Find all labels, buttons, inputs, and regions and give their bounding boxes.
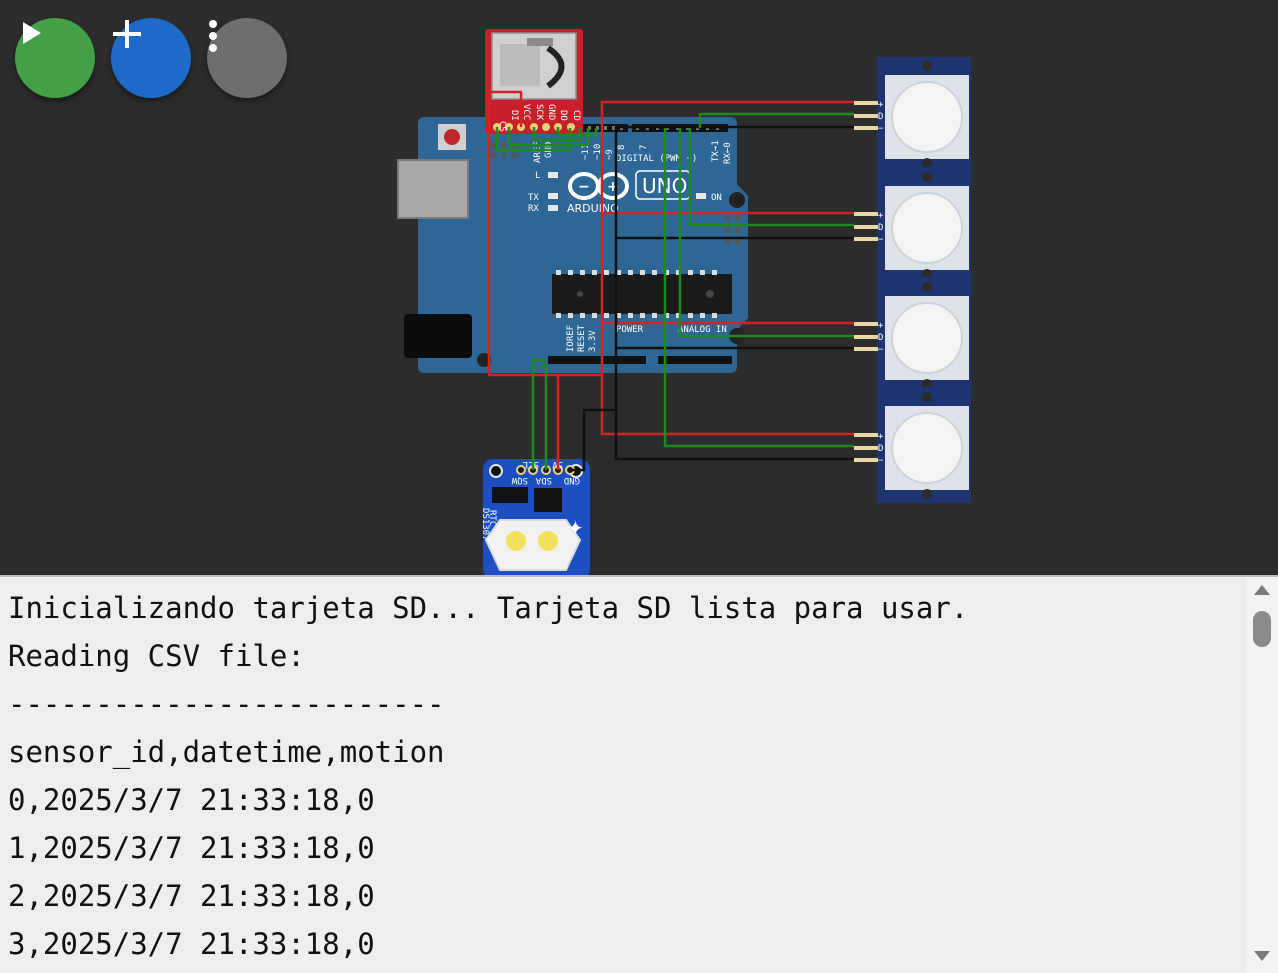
digital-pin-tx-label: TX→1 bbox=[711, 140, 721, 162]
rx-led-label: RX bbox=[528, 204, 539, 214]
v33-pin-label: 3.3V bbox=[588, 330, 598, 352]
pir-4-data-label: D bbox=[878, 444, 883, 454]
scrollbar-thumb[interactable] bbox=[1253, 611, 1271, 647]
pir-sensor-1[interactable]: + D − bbox=[854, 57, 971, 168]
rtc-pin-gnd-label: GND bbox=[564, 475, 580, 485]
power-header-label: POWER bbox=[616, 325, 644, 335]
serial-monitor[interactable]: Inicializando tarjeta SD... Tarjeta SD l… bbox=[0, 577, 1247, 973]
usb-connector bbox=[397, 159, 469, 219]
serial-line: 3,2025/3/7 21:33:18,0 bbox=[8, 927, 375, 961]
digital-pin-9-label: ~9 bbox=[605, 149, 615, 160]
scroll-down-arrow-icon[interactable] bbox=[1254, 951, 1270, 961]
scroll-up-arrow-icon[interactable] bbox=[1254, 585, 1270, 595]
pir-1-minus-label: − bbox=[878, 124, 884, 134]
rtc-pin-sqw-label: SQW bbox=[511, 475, 528, 485]
play-icon bbox=[23, 22, 41, 44]
serial-line: sensor_id,datetime,motion bbox=[8, 735, 445, 769]
reset-pin-label: RESET bbox=[577, 324, 587, 352]
svg-text:−: − bbox=[578, 179, 590, 195]
wire-pir4-vcc bbox=[600, 375, 854, 436]
start-simulation-button[interactable] bbox=[15, 18, 95, 98]
rtc-pin-scl-label: SCL bbox=[523, 459, 539, 469]
pir-1-plus-label: + bbox=[878, 100, 884, 110]
pir-3-minus-label: − bbox=[878, 345, 884, 355]
sd-pin-sck-label: SCK bbox=[534, 104, 544, 121]
wire-rtc-sda bbox=[540, 364, 548, 470]
sd-pin-cd-label: CD bbox=[571, 110, 581, 121]
pir-1-data-label: D bbox=[878, 112, 883, 122]
serial-line: 2,2025/3/7 21:33:18,0 bbox=[8, 879, 375, 913]
pir-4-plus-label: + bbox=[878, 432, 884, 442]
pir-2-minus-label: − bbox=[878, 235, 884, 245]
add-part-button[interactable] bbox=[111, 18, 191, 98]
sd-pin-vcc-label: VCC bbox=[521, 104, 531, 120]
rtc-ds1307-module[interactable]: ✦ RTC DS1307 SQW SCL SDA 5V GND bbox=[480, 459, 590, 575]
digital-pin-rx-label: RX←0 bbox=[723, 142, 733, 164]
digital-header-label: DIGITAL (PWM ~) bbox=[616, 154, 697, 164]
pir-sensor-3[interactable]: + D − bbox=[854, 277, 971, 389]
sd-pin-do-label: DO bbox=[558, 110, 568, 121]
sd-pin-cs-label: CS bbox=[497, 121, 507, 132]
more-vert-icon bbox=[209, 20, 217, 52]
rtc-chip-label: DS1307 bbox=[480, 508, 490, 541]
on-led-label: ON bbox=[711, 193, 722, 203]
pir-2-data-label: D bbox=[878, 223, 883, 233]
plus-icon bbox=[113, 20, 141, 48]
serial-monitor-scrollbar[interactable] bbox=[1247, 577, 1278, 973]
l-led-label: L bbox=[535, 171, 540, 181]
pir-3-data-label: D bbox=[878, 333, 883, 343]
pir-sensor-4[interactable]: + D − bbox=[854, 387, 971, 503]
simulation-canvas[interactable]: − + UNO ARDUINO DIGITAL (PWM ~) POWER AN… bbox=[0, 0, 1278, 575]
serial-line: 0,2025/3/7 21:33:18,0 bbox=[8, 783, 375, 817]
tx-led-label: TX bbox=[528, 193, 539, 203]
pir-4-minus-label: − bbox=[878, 456, 884, 466]
power-jack bbox=[404, 314, 472, 358]
sd-card-module[interactable]: CS DI VCC SCK GND DO CD bbox=[485, 29, 583, 134]
circuit-diagram: − + UNO ARDUINO DIGITAL (PWM ~) POWER AN… bbox=[397, 29, 971, 575]
pir-3-plus-label: + bbox=[878, 321, 884, 331]
analog-header-label: ANALOG IN bbox=[678, 325, 727, 335]
rtc-pin-sda-label: SDA bbox=[535, 475, 552, 485]
digital-pin-7-label: 7 bbox=[639, 145, 649, 150]
pir-2-plus-label: + bbox=[878, 211, 884, 221]
digital-pin-8-label: 8 bbox=[617, 145, 627, 150]
wire-rtc-scl bbox=[531, 358, 546, 470]
serial-line: ------------------------- bbox=[8, 687, 445, 721]
sd-pin-di-label: DI bbox=[509, 110, 519, 121]
pir-sensor-2[interactable]: + D − bbox=[854, 167, 971, 279]
more-options-button[interactable] bbox=[207, 18, 287, 98]
serial-line: 1,2025/3/7 21:33:18,0 bbox=[8, 831, 375, 865]
sd-pin-gnd-label: GND bbox=[546, 104, 556, 120]
ioref-pin-label: IOREF bbox=[566, 325, 576, 352]
svg-text:✦: ✦ bbox=[567, 516, 584, 540]
arduino-uno-board[interactable]: − + UNO ARDUINO DIGITAL (PWM ~) POWER AN… bbox=[397, 117, 748, 373]
serial-line: Inicializando tarjeta SD... Tarjeta SD l… bbox=[8, 591, 969, 625]
serial-line: Reading CSV file: bbox=[8, 639, 305, 673]
